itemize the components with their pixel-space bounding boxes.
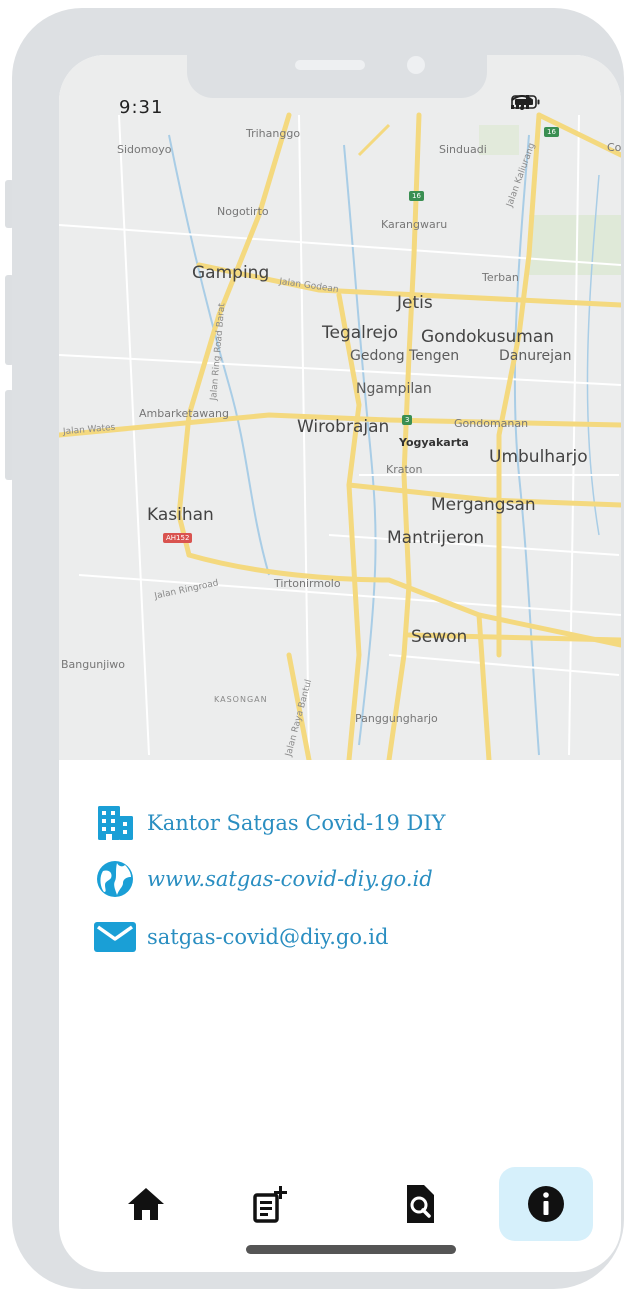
phone-notch <box>187 52 487 98</box>
nav-info[interactable] <box>499 1167 593 1241</box>
map-label: Nogotirto <box>217 205 269 218</box>
notch-camera <box>407 56 425 74</box>
home-indicator[interactable] <box>246 1245 456 1254</box>
nav-home[interactable] <box>99 1167 193 1241</box>
globe-icon <box>93 859 137 899</box>
info-icon <box>528 1186 564 1222</box>
map-label: Yogyakarta <box>399 436 469 449</box>
phone-frame: Sidomoyo Trihanggo Sinduadi Co Nogotirto… <box>12 8 624 1289</box>
mail-icon <box>93 917 137 957</box>
map-label: Gondomanan <box>454 417 529 430</box>
map-label: Kasihan <box>147 505 214 525</box>
map-label: Trihanggo <box>246 127 301 140</box>
battery-icon <box>511 95 540 109</box>
map-label: Mantrijeron <box>387 528 485 548</box>
nav-search-document[interactable] <box>373 1167 467 1241</box>
map-label: Co <box>607 141 621 154</box>
route-shield: 16 <box>544 127 559 137</box>
email-address[interactable]: satgas-covid@diy.go.id <box>147 925 388 949</box>
map-label: Ambarketawang <box>139 407 229 420</box>
map-label: Bangunjiwo <box>61 658 126 671</box>
bottom-nav <box>59 1167 621 1243</box>
map-label: Sinduadi <box>439 143 487 156</box>
map-label: KASONGAN <box>214 695 268 704</box>
map-label: Mergangsan <box>431 495 536 515</box>
map-label: Umbulharjo <box>489 447 588 467</box>
map-label: Sewon <box>411 627 468 647</box>
map-label: Tegalrejo <box>322 323 399 343</box>
map-label: Kraton <box>386 463 423 476</box>
map-label: Sidomoyo <box>117 143 172 156</box>
map-label: Gedong Tengen <box>350 348 460 364</box>
building-icon <box>93 803 137 843</box>
route-shield: 3 <box>402 415 413 425</box>
website-row[interactable]: www.satgas-covid-diy.go.id <box>93 859 433 899</box>
notch-speaker <box>295 60 365 70</box>
map-label: Gamping <box>192 263 270 283</box>
map-label: Panggungharjo <box>355 712 438 725</box>
map-label: Gondokusuman <box>421 327 555 347</box>
phone-screen: Sidomoyo Trihanggo Sinduadi Co Nogotirto… <box>59 55 621 1272</box>
map-view[interactable]: Sidomoyo Trihanggo Sinduadi Co Nogotirto… <box>59 55 621 760</box>
office-row: Kantor Satgas Covid-19 DIY <box>93 803 446 843</box>
map-label: Ngampilan <box>356 381 432 397</box>
office-name: Kantor Satgas Covid-19 DIY <box>147 811 446 835</box>
map-label: Terban <box>482 271 519 284</box>
email-row[interactable]: satgas-covid@diy.go.id <box>93 917 388 957</box>
route-shield: AH152 <box>163 533 193 543</box>
map-label: Wirobrajan <box>297 417 390 437</box>
document-search-icon <box>407 1185 434 1223</box>
home-icon <box>128 1188 164 1220</box>
map-label: Karangwaru <box>381 218 448 231</box>
nav-add-report[interactable] <box>223 1167 317 1241</box>
map-label: Tirtonirmolo <box>274 577 341 590</box>
status-time: 9:31 <box>119 97 164 118</box>
add-note-icon <box>253 1186 287 1223</box>
website-link[interactable]: www.satgas-covid-diy.go.id <box>147 867 433 891</box>
map-label: Danurejan <box>499 348 572 364</box>
route-shield: 16 <box>409 191 424 201</box>
map-label: Jetis <box>397 293 433 313</box>
